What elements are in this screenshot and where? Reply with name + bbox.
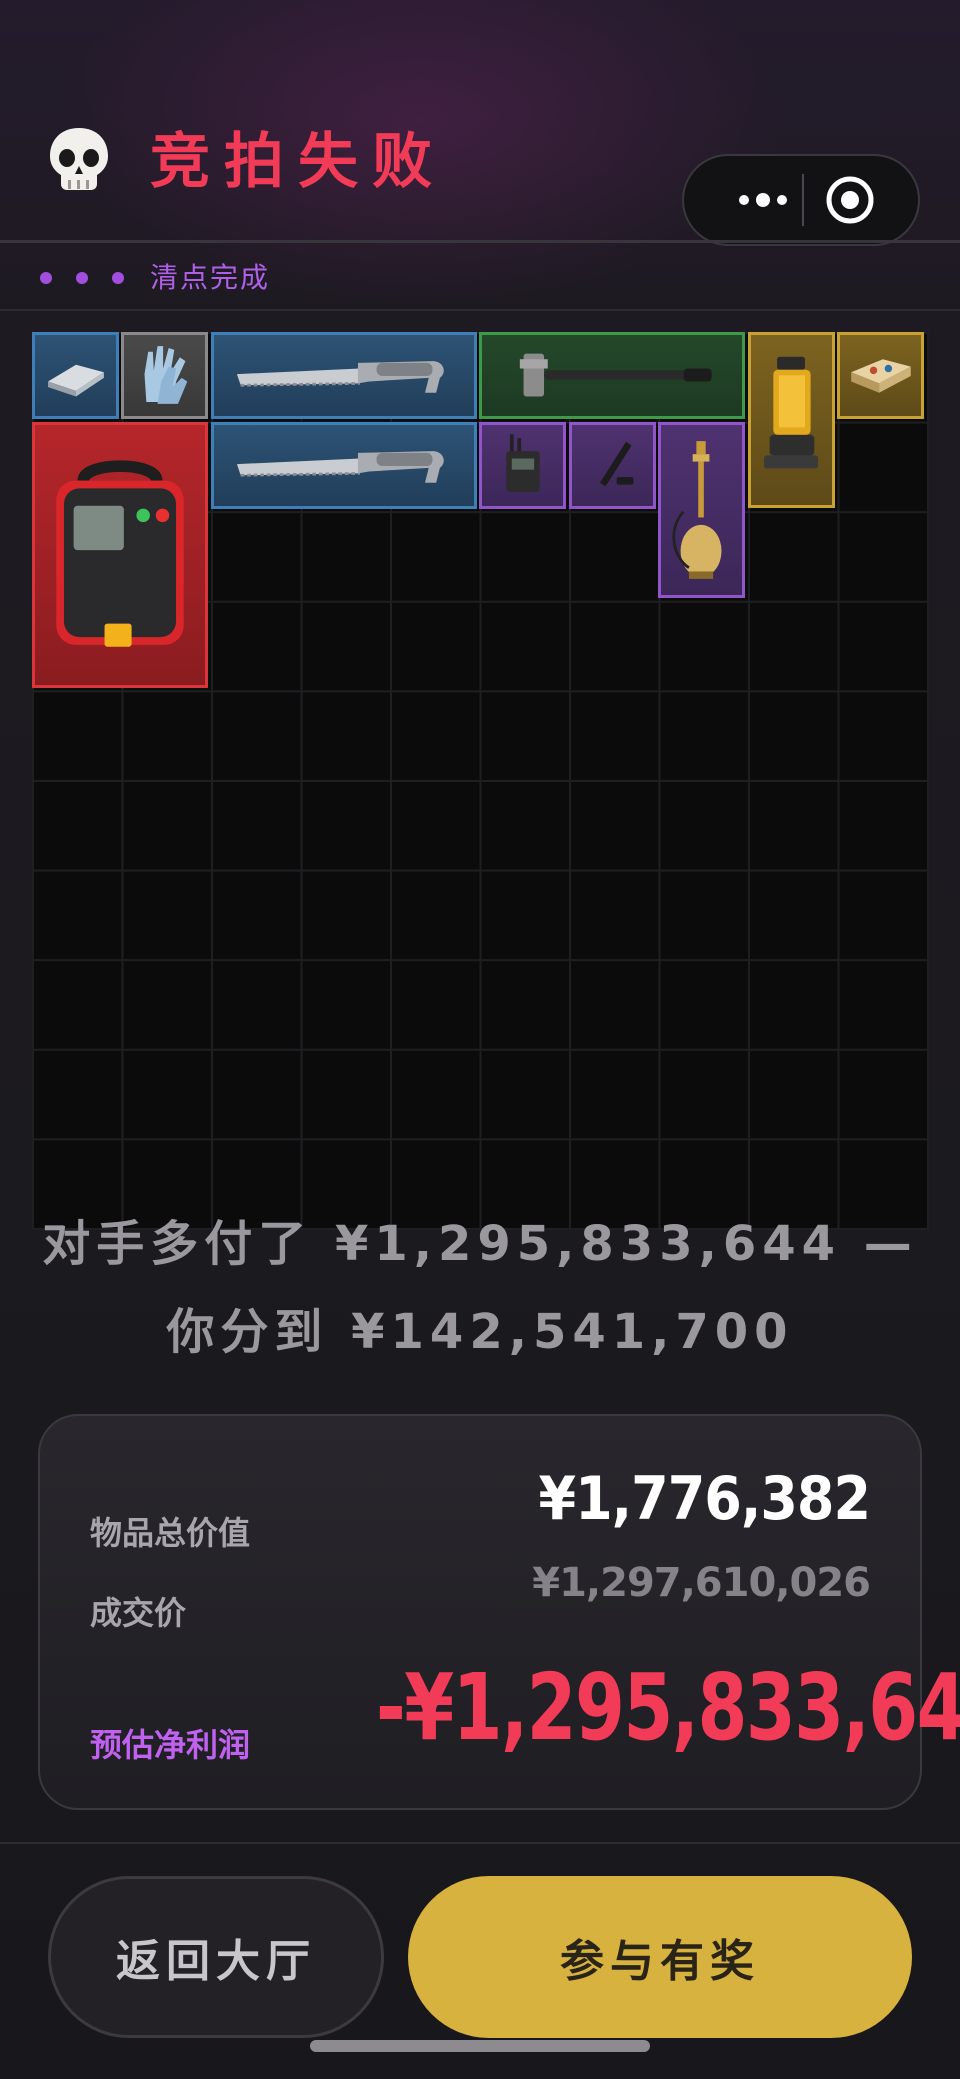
- fuel-device-icon: [764, 356, 819, 469]
- skull-icon: [50, 128, 108, 190]
- hookah-icon: [672, 441, 722, 579]
- result-message-line1: 对手多付了 ¥1,295,833,644 —: [42, 1216, 918, 1272]
- result-message: 对手多付了 ¥1,295,833,644 — 你分到 ¥142,541,700: [40, 1200, 920, 1376]
- hammer-icon: [519, 353, 712, 397]
- header-divider: [0, 240, 960, 243]
- back-to-lobby-button[interactable]: 返回大厅: [48, 1876, 384, 2038]
- status-divider: [0, 309, 960, 311]
- deal-price-label: 成交价: [90, 1594, 187, 1632]
- total-value-label: 物品总价值: [90, 1514, 251, 1552]
- item-pen-usb[interactable]: [569, 422, 656, 509]
- item-walkie-talkie[interactable]: [479, 422, 566, 509]
- capsule-divider: [802, 174, 804, 226]
- target-icon[interactable]: [824, 174, 876, 226]
- item-fuel-device[interactable]: [748, 332, 835, 508]
- net-profit-value: -¥1,295,833,644: [376, 1654, 960, 1761]
- item-hand-saw[interactable]: [211, 422, 477, 509]
- header: 竞拍失败: [0, 0, 960, 246]
- inventory-grid: [32, 332, 929, 1230]
- item-ornate-box[interactable]: [837, 332, 924, 419]
- item-rubber-gloves[interactable]: [121, 332, 208, 419]
- pen-icon: [599, 441, 634, 487]
- page: 竞拍失败 清点完成 对手多付了 ¥1,295,833,644 — 你分到 ¥14…: [0, 0, 960, 2079]
- item-silver-ingot[interactable]: [32, 332, 119, 419]
- defibrillator-icon: [56, 460, 184, 647]
- home-indicator: [310, 2040, 650, 2052]
- page-title: 竞拍失败: [150, 127, 446, 197]
- radio-icon: [506, 434, 540, 493]
- item-hand-saw[interactable]: [211, 332, 477, 419]
- status-text: 清点完成: [150, 261, 271, 294]
- summary-card: 物品总价值 ¥1,776,382 成交价 ¥1,297,610,026 预估净利…: [38, 1414, 960, 1810]
- gloves-icon: [144, 346, 188, 404]
- ornate-box-icon: [851, 359, 911, 393]
- total-value: ¥1,776,382: [538, 1464, 871, 1534]
- saw-icon: [236, 361, 444, 393]
- net-profit-label: 预估净利润: [90, 1726, 251, 1764]
- deal-price-value: ¥1,297,610,026: [532, 1560, 871, 1606]
- item-defibrillator[interactable]: [32, 422, 208, 688]
- participate-reward-button[interactable]: 参与有奖: [408, 1876, 912, 2038]
- saw-icon: [236, 451, 444, 483]
- bottom-divider: [0, 1842, 960, 1844]
- item-sledgehammer[interactable]: [479, 332, 745, 419]
- item-hookah[interactable]: [658, 422, 745, 598]
- mini-program-capsule: [682, 154, 920, 246]
- silver-ingot-icon: [48, 364, 104, 397]
- result-message-line2: 你分到 ¥142,541,700: [166, 1304, 794, 1360]
- more-dots-icon[interactable]: [718, 156, 808, 244]
